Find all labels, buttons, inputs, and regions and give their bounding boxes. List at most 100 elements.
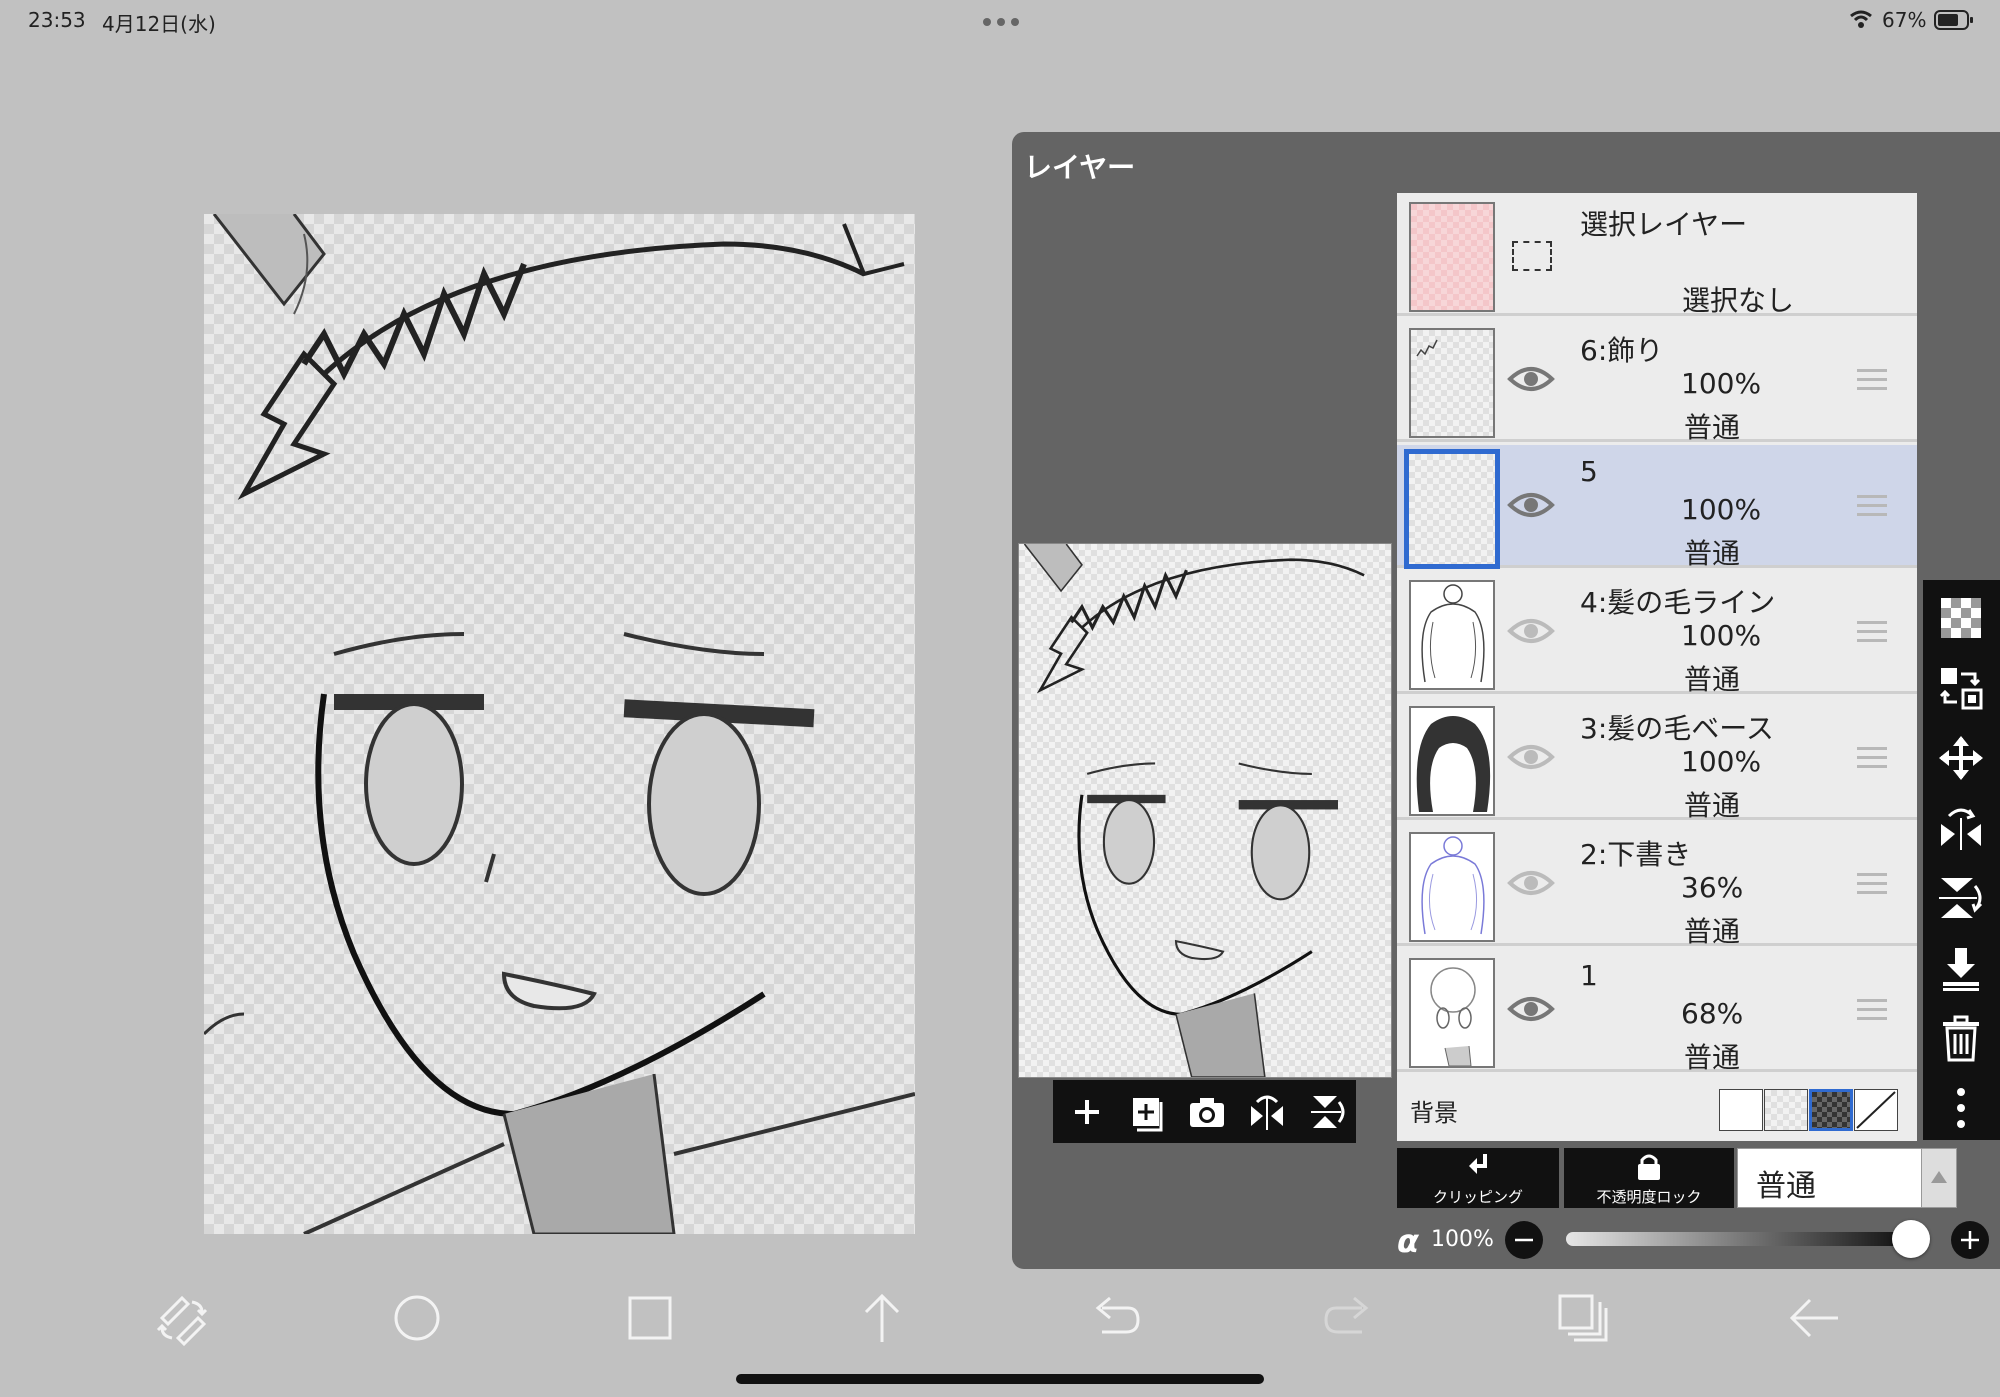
background-checker-option[interactable] [1764,1089,1808,1131]
transform-select-icon[interactable] [1937,664,1985,712]
drag-handle-icon[interactable] [1857,999,1887,1023]
layer-name: 3:髪の毛ベース [1580,712,1774,745]
layer-opacity: 68% [1681,997,1744,1030]
transparent-icon[interactable] [1937,594,1985,642]
layer-row[interactable]: 6:飾り 100% 普通 [1397,319,1917,444]
battery-percent: 67% [1882,8,1927,32]
alpha-decrease-icon[interactable] [1504,1220,1544,1260]
alpha-symbol: α [1397,1222,1419,1260]
layer-blend-mode: 普通 [1684,411,1741,444]
flip-h-icon[interactable] [1937,804,1985,852]
layer-name: 1 [1580,959,1598,992]
status-date: 4月12日(水) [102,12,216,36]
selection-layer-name: 選択レイヤー [1580,208,1748,241]
dropdown-arrow-icon [1921,1149,1956,1207]
clipping-button[interactable]: クリッピング [1397,1148,1559,1208]
layer-row[interactable]: 1 68% 普通 [1397,949,1917,1074]
layer-row-selected[interactable]: 5 100% 普通 [1397,445,1917,570]
eye-icon[interactable] [1507,989,1555,1029]
eye-icon[interactable] [1507,485,1555,525]
flip-vertical-icon[interactable] [1307,1092,1347,1132]
layer-blend-mode: 普通 [1684,537,1741,570]
background-dark-checker-option[interactable] [1809,1089,1853,1131]
home-indicator[interactable] [736,1374,1264,1384]
add-layer-copy-icon[interactable] [1127,1092,1167,1132]
trash-icon[interactable] [1937,1014,1985,1062]
canvas-artwork [204,214,915,1234]
layer-opacity: 100% [1681,367,1762,400]
alpha-value: 100% [1431,1227,1494,1252]
layer-blend-mode: 普通 [1684,1041,1741,1074]
selection-marquee-icon [1512,241,1552,271]
layer-row[interactable]: 4:髪の毛ライン 100% 普通 [1397,571,1917,696]
more-vertical-icon[interactable] [1937,1084,1985,1132]
preview-toolbar [1053,1080,1356,1143]
merge-down-icon[interactable] [1937,944,1985,992]
layer-thumbnail [1409,706,1495,816]
eye-icon[interactable] [1507,737,1555,777]
layer-opacity: 100% [1681,745,1762,778]
layer-opacity: 100% [1681,493,1762,526]
layer-thumbnail [1409,580,1495,690]
opacity-lock-button[interactable]: 不透明度ロック [1564,1148,1734,1208]
selection-layer-row[interactable]: 選択レイヤー 選択なし [1397,193,1917,317]
clipping-label: クリッピング [1432,1188,1523,1206]
layer-blend-mode: 普通 [1684,663,1741,696]
back-arrow-icon[interactable] [1786,1290,1842,1346]
preview-artwork [1023,544,1365,1077]
layer-name: 2:下書き [1580,838,1692,871]
drag-handle-icon[interactable] [1857,873,1887,897]
square-icon[interactable] [622,1290,678,1346]
brush-swap-icon[interactable] [154,1290,210,1347]
layer-blend-mode: 普通 [1684,915,1741,948]
layer-thumbnail [1409,958,1495,1068]
flip-v-icon[interactable] [1937,874,1985,922]
layers-icon[interactable] [1554,1290,1610,1346]
layer-list: 選択レイヤー 選択なし 6:飾り 100% 普通 5 100% 普通 4:髪の毛… [1397,193,1917,1141]
alpha-increase-icon[interactable] [1950,1220,1990,1260]
selection-layer-thumbnail [1409,202,1495,312]
layer-preview [1018,543,1392,1078]
layer-thumbnail [1409,328,1495,438]
background-none-option[interactable] [1854,1089,1898,1131]
layer-panel-title: レイヤー [1024,151,1136,184]
background-white-option[interactable] [1719,1089,1763,1131]
layer-name: 4:髪の毛ライン [1580,586,1776,619]
background-row: 背景 [1397,1075,1917,1141]
opacity-lock-label: 不透明度ロック [1596,1188,1702,1206]
layer-opacity: 100% [1681,619,1762,652]
blend-mode-select[interactable]: 普通 [1737,1148,1957,1208]
blend-mode-value: 普通 [1756,1169,1816,1204]
drag-handle-icon[interactable] [1857,495,1887,519]
battery-icon [1934,10,1974,30]
drawing-canvas[interactable] [204,214,915,1234]
add-layer-icon[interactable] [1067,1092,1107,1132]
layer-row[interactable]: 2:下書き 36% 普通 [1397,823,1917,948]
layer-thumbnail [1404,449,1500,569]
eye-icon[interactable] [1507,611,1555,651]
more-dots-icon[interactable] [982,12,1020,26]
wifi-icon [1850,9,1872,29]
selection-layer-status: 選択なし [1682,284,1795,317]
drag-handle-icon[interactable] [1857,369,1887,393]
layer-name: 5 [1580,455,1598,488]
eye-icon[interactable] [1507,863,1555,903]
undo-icon[interactable] [1088,1290,1144,1346]
drag-handle-icon[interactable] [1857,621,1887,645]
camera-icon[interactable] [1187,1092,1227,1132]
status-time: 23:53 [28,8,86,32]
layer-tools-strip [1923,580,2000,1140]
alpha-slider-knob[interactable] [1892,1220,1930,1258]
upload-arrow-icon[interactable] [854,1290,910,1346]
alpha-slider-track[interactable] [1566,1232,1906,1246]
eye-icon[interactable] [1507,359,1555,399]
layer-thumbnail [1409,832,1495,942]
circle-icon[interactable] [389,1290,445,1346]
layer-row[interactable]: 3:髪の毛ベース 100% 普通 [1397,697,1917,822]
drag-handle-icon[interactable] [1857,747,1887,771]
lock-icon [1636,1152,1662,1182]
move-icon[interactable] [1937,734,1985,782]
layer-blend-mode: 普通 [1684,789,1741,822]
flip-horizontal-icon[interactable] [1247,1092,1287,1132]
redo-icon[interactable] [1320,1290,1376,1346]
